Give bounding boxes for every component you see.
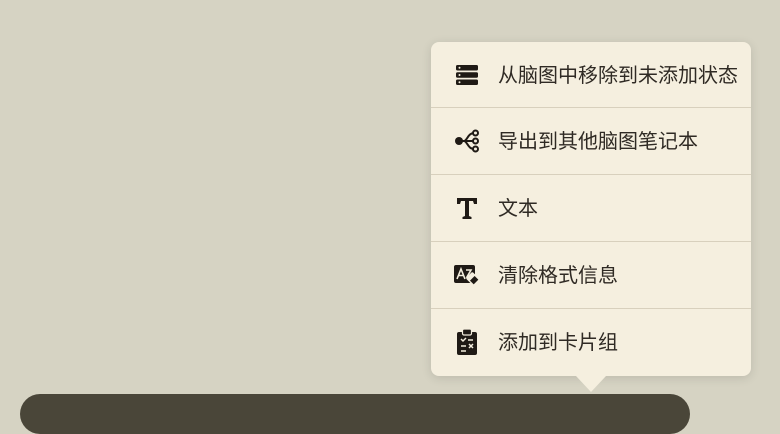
menu-item-clear-format[interactable]: 清除格式信息 [431, 242, 751, 309]
menu-item-remove-from-mindmap[interactable]: 从脑图中移除到未添加状态 [431, 42, 751, 108]
menu-item-add-to-card-deck[interactable]: 添加到卡片组 [431, 309, 751, 375]
menu-item-label: 清除格式信息 [498, 263, 618, 287]
menu-item-label: 文本 [498, 196, 538, 220]
list-stack-icon [453, 61, 481, 89]
menu-item-label: 导出到其他脑图笔记本 [498, 129, 698, 153]
share-nodes-icon [453, 127, 481, 155]
bottom-toolbar[interactable] [20, 394, 690, 434]
clear-format-icon [453, 261, 481, 289]
menu-item-text[interactable]: 文本 [431, 175, 751, 242]
menu-item-label: 从脑图中移除到未添加状态 [498, 62, 738, 87]
menu-item-export-to-other-notebook[interactable]: 导出到其他脑图笔记本 [431, 108, 751, 175]
text-format-icon [453, 194, 481, 222]
menu-pointer-caret [576, 376, 606, 392]
context-menu: 从脑图中移除到未添加状态 导出到其他脑图笔记本 文本 清除格式信息 添加到卡片组 [431, 42, 751, 376]
clipboard-list-icon [453, 328, 481, 356]
menu-item-label: 添加到卡片组 [498, 330, 618, 354]
